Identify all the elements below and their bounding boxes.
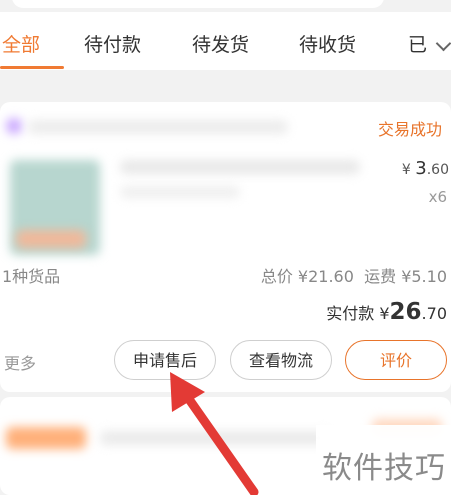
tab-pending-receipt[interactable]: 待收货 bbox=[299, 34, 356, 56]
tab-pending-payment[interactable]: 待付款 bbox=[84, 34, 141, 56]
more-button[interactable]: 更多 bbox=[4, 350, 36, 374]
paid-label: 实付款 bbox=[326, 304, 375, 323]
paid-decimal: .70 bbox=[421, 304, 447, 323]
order-status: 交易成功 bbox=[377, 120, 442, 139]
quantity: x6 bbox=[428, 188, 447, 206]
paid-main: 26 bbox=[389, 299, 422, 325]
view-logistics-button[interactable]: 查看物流 bbox=[230, 340, 332, 380]
watermark-text: 软件技巧 bbox=[322, 451, 446, 486]
product-image-strip-blurred bbox=[16, 230, 86, 248]
rate-button[interactable]: 评价 bbox=[345, 340, 447, 380]
watermark: 软件技巧 bbox=[316, 425, 451, 495]
top-bar bbox=[0, 0, 451, 12]
tab-pending-shipment[interactable]: 待发货 bbox=[192, 34, 249, 56]
paid-prefix: ¥ bbox=[379, 304, 390, 323]
unit-price: ¥ 3.60 bbox=[402, 158, 449, 179]
unit-price-decimal: .60 bbox=[426, 162, 449, 178]
tab-completed-partial[interactable]: 已 bbox=[408, 34, 427, 56]
tab-all[interactable]: 全部 bbox=[2, 34, 40, 56]
unit-price-prefix: ¥ bbox=[401, 162, 411, 178]
order-card: 交易成功 ¥ 3.60 x6 1种货品 总价 ¥21.60 运费 ¥5.10 实… bbox=[0, 102, 451, 392]
shop-avatar-blurred bbox=[6, 118, 22, 134]
shipping-label: 运费 bbox=[364, 267, 397, 286]
chevron-down-icon[interactable] bbox=[435, 35, 451, 52]
unit-price-main: 3 bbox=[415, 158, 427, 179]
shop-name-blurred bbox=[28, 120, 288, 134]
totals: 总价 ¥21.60 运费 ¥5.10 bbox=[261, 263, 447, 287]
next-shop-name-blurred bbox=[100, 431, 330, 445]
order-tabs: 全部 待付款 待发货 待收货 已 bbox=[0, 12, 451, 70]
product-spec-blurred bbox=[120, 186, 240, 198]
after-sale-button[interactable]: 申请售后 bbox=[114, 340, 216, 380]
paid-amount: 实付款 ¥26.70 bbox=[326, 299, 447, 325]
total-label: 总价 bbox=[260, 267, 293, 286]
shipping-value: ¥5.10 bbox=[401, 267, 447, 286]
item-count: 1种货品 bbox=[2, 267, 61, 286]
tab-active-indicator bbox=[0, 66, 64, 69]
product-title-blurred bbox=[120, 160, 360, 174]
search-box-edge[interactable] bbox=[12, 0, 384, 8]
next-shop-avatar-blurred bbox=[6, 427, 86, 449]
total-value: ¥21.60 bbox=[297, 267, 354, 286]
